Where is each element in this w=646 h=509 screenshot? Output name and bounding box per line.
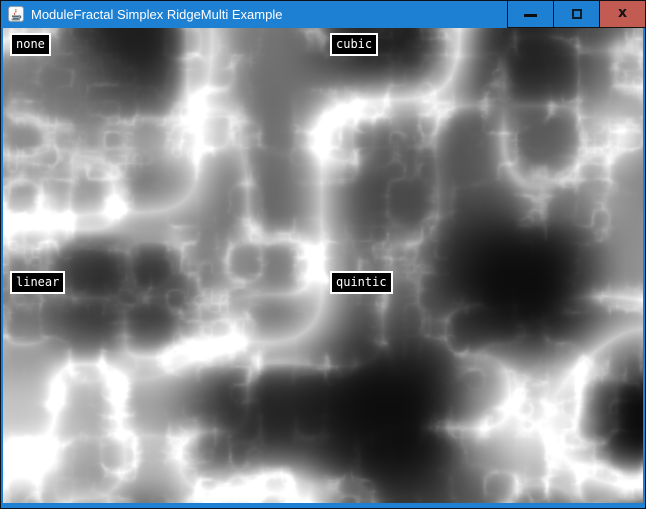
java-coffee-cup-icon[interactable]	[8, 6, 24, 22]
minimize-icon	[524, 14, 537, 17]
noise-canvas	[3, 28, 643, 503]
quadrant-label-linear: linear	[10, 271, 65, 294]
close-button[interactable]: x	[599, 1, 645, 28]
window-title: ModuleFractal Simplex RidgeMulti Example	[31, 1, 282, 28]
quadrant-label-cubic: cubic	[330, 33, 378, 56]
quadrant-label-quintic: quintic	[330, 271, 393, 294]
close-icon: x	[618, 6, 627, 20]
noise-viewport: none cubic linear quintic	[3, 28, 643, 503]
maximize-icon	[572, 9, 582, 19]
quadrant-label-none: none	[10, 33, 51, 56]
minimize-button[interactable]	[507, 1, 553, 28]
window-controls: x	[507, 1, 645, 28]
maximize-button[interactable]	[553, 1, 599, 28]
app-window: ModuleFractal Simplex RidgeMulti Example…	[0, 0, 646, 509]
titlebar[interactable]: ModuleFractal Simplex RidgeMulti Example…	[1, 1, 645, 28]
